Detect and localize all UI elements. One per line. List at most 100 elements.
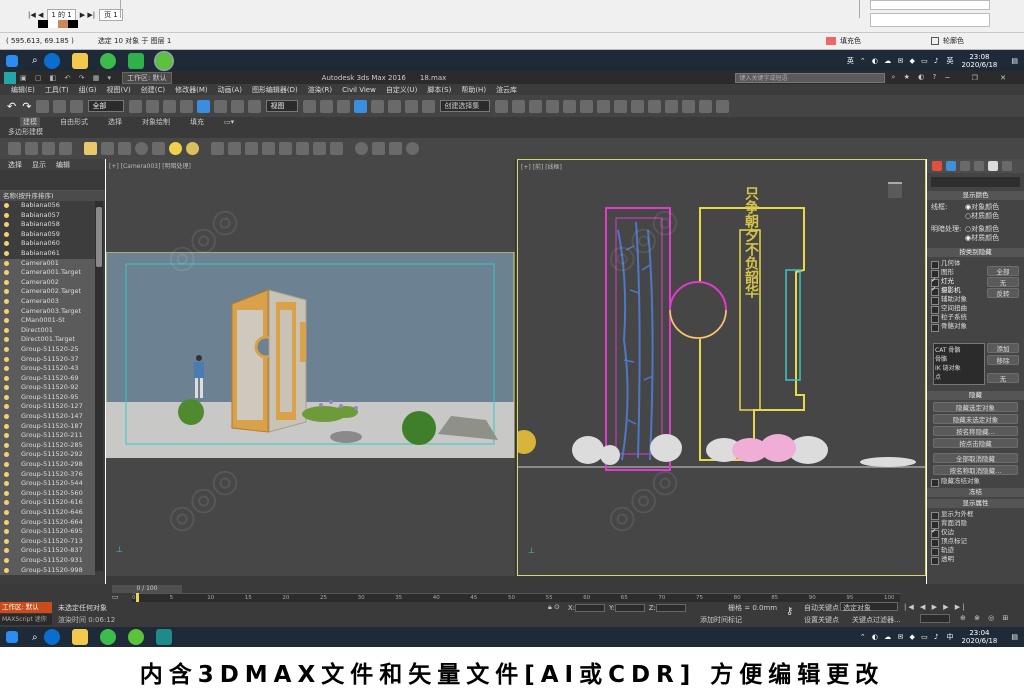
search-icon-2[interactable]: ⌕ — [32, 632, 38, 643]
scene-list-item[interactable]: Camera002.Target — [0, 287, 95, 297]
ribbon-sub-label[interactable]: 多边形建模 — [0, 127, 1024, 137]
scene-list-item[interactable]: Group-511520-616 — [0, 498, 95, 508]
edge-icon[interactable] — [43, 52, 60, 69]
motion-tab-icon[interactable] — [974, 161, 984, 171]
menu-group[interactable]: 组(G) — [79, 85, 97, 95]
maxscript-listener[interactable]: MAXScript 迷你 — [0, 614, 52, 625]
scene-list-item[interactable]: Group-511520-127 — [0, 402, 95, 413]
scene-tab-display[interactable]: 显示 — [32, 160, 46, 170]
ime-indicator-2[interactable]: 英 — [946, 56, 953, 66]
menu-customize[interactable]: 自定义(U) — [386, 85, 418, 95]
scene-list-item[interactable]: Direct001.Target — [0, 335, 95, 345]
menu-graph-editors[interactable]: 图形编辑器(D) — [252, 85, 298, 95]
schematic-view-icon[interactable] — [580, 99, 594, 113]
scene-list-item[interactable]: Camera003 — [0, 296, 95, 307]
scene-list-item[interactable]: Camera001 — [0, 258, 95, 269]
add-button[interactable]: 添加 — [987, 343, 1019, 353]
scene-list-item[interactable]: Group-511520-998 — [0, 565, 95, 576]
utilities-tab-icon[interactable] — [1002, 161, 1012, 171]
filter-item-4[interactable]: 点 — [935, 372, 983, 381]
tool-icon-9[interactable] — [355, 142, 368, 155]
select-by-name-icon[interactable] — [146, 99, 160, 113]
coreldraw-icon-2[interactable] — [127, 629, 144, 645]
sun-icon[interactable] — [169, 142, 182, 155]
scene-list-item[interactable]: Babiana061 — [0, 249, 95, 259]
none-button-2[interactable]: 无 — [987, 373, 1019, 383]
filter-list[interactable]: CAT 骨骼 骨骼 IK 链对象 点 — [933, 343, 985, 385]
category-checkbox[interactable]: 空间扭曲 — [927, 304, 985, 314]
ribbon-tab-object-paint[interactable]: 对象绘制 — [142, 117, 170, 127]
tool-icon-10[interactable] — [372, 142, 385, 155]
filter-item-1[interactable]: CAT 骨骼 — [935, 345, 983, 354]
keyboard-shortcut-icon[interactable] — [337, 99, 351, 113]
color-swatches[interactable] — [38, 20, 78, 28]
list-icon[interactable] — [59, 142, 72, 155]
menu-create[interactable]: 创建(C) — [141, 85, 165, 95]
explorer-icon-2[interactable] — [71, 629, 88, 645]
remove-button[interactable]: 移除 — [987, 355, 1019, 365]
tool-icon-2[interactable] — [228, 142, 241, 155]
scene-scroll-thumb[interactable] — [96, 207, 102, 267]
all-button[interactable]: 全部 — [987, 266, 1019, 276]
menu-help[interactable]: 帮助(H) — [461, 85, 486, 95]
quick-access-icons[interactable]: ▣ ▢ ◧ ↶ ↷ ▦ ▾ — [20, 74, 114, 82]
scene-list-item[interactable]: Group-511520-211 — [0, 431, 95, 441]
hide-selected-button[interactable]: 隐藏选定对象 — [933, 402, 1018, 412]
scene-column-header[interactable]: 名称(按升序排序) — [0, 191, 105, 201]
menu-views[interactable]: 视图(V) — [107, 85, 131, 95]
modify-tab-icon[interactable] — [946, 161, 956, 171]
menu-render-cloud[interactable]: 渲云库 — [496, 85, 517, 95]
explorer-icon[interactable] — [71, 52, 88, 69]
scene-list-item[interactable]: Camera002 — [0, 277, 95, 288]
tool-icon-4[interactable] — [262, 142, 275, 155]
link-icon[interactable] — [36, 99, 50, 113]
table-icon[interactable] — [42, 142, 55, 155]
scene-toolbar[interactable] — [0, 170, 105, 191]
clock-2[interactable]: 23:04 2020/6/18 — [961, 629, 997, 645]
scene-tab-select[interactable]: 选择 — [8, 160, 22, 170]
ribbon-options-icon[interactable]: ▭▾ — [224, 118, 234, 126]
hide-by-name-button[interactable]: 按名称隐藏... — [933, 426, 1018, 436]
scale-icon[interactable] — [231, 99, 245, 113]
window-crossing-icon[interactable] — [180, 99, 194, 113]
angle-snap-icon[interactable] — [371, 99, 385, 113]
x-field[interactable] — [574, 603, 605, 612]
hide-unselected-button[interactable]: 隐藏未选定对象 — [933, 414, 1018, 424]
display-tab-icon[interactable] — [988, 161, 998, 171]
ai-field-2[interactable] — [870, 13, 990, 27]
unlink-icon[interactable] — [53, 99, 67, 113]
clock[interactable]: 23:08 2020/6/18 — [961, 53, 997, 69]
rollout-freeze[interactable]: 冻结 — [927, 488, 1024, 497]
z-field[interactable] — [655, 603, 686, 612]
filter-item-3[interactable]: IK 链对象 — [935, 363, 983, 372]
selection-filter-dropdown[interactable]: 全部 — [88, 100, 125, 112]
coreldraw-icon[interactable] — [153, 50, 174, 71]
frame-ruler[interactable]: 0 5 10 15 20 25 30 35 40 45 50 55 60 65 70 75 80 85 90 95 10… — [132, 593, 900, 602]
tool-icon-6[interactable] — [296, 142, 309, 155]
scene-list-item[interactable]: Group-511520-376 — [0, 469, 95, 480]
max-logo-icon[interactable] — [4, 71, 16, 84]
display-property-checkbox[interactable]: 轨迹 — [927, 546, 1024, 556]
teapot-icon[interactable] — [8, 142, 21, 155]
scene-scrollbar[interactable] — [95, 201, 103, 571]
workspace-status[interactable]: 工作区: 默认 — [0, 602, 52, 613]
tool-icon-1[interactable] — [211, 142, 224, 155]
scene-list-item[interactable]: Group-511520-931 — [0, 555, 95, 566]
material-editor-icon[interactable] — [597, 99, 611, 113]
scene-list-item[interactable]: Group-511520-646 — [0, 508, 95, 518]
scene-list-item[interactable]: Group-511520-664 — [0, 517, 95, 528]
display-property-checkbox[interactable]: 透明 — [927, 555, 1024, 565]
menu-animation[interactable]: 动画(A) — [218, 85, 242, 95]
playback-controls[interactable]: |◀ ◀ ▶ ▶ ▶| — [904, 603, 967, 611]
place-icon[interactable] — [248, 99, 262, 113]
3dsmax-taskbar-icon[interactable] — [155, 629, 172, 645]
frame-field[interactable] — [920, 614, 950, 623]
auto-key-button[interactable]: 自动关键点 — [804, 603, 839, 613]
wechat-icon[interactable] — [127, 52, 144, 69]
menu-tools[interactable]: 工具(T) — [45, 85, 69, 95]
render-setup-icon[interactable] — [614, 99, 628, 113]
percent-snap-icon[interactable] — [388, 99, 402, 113]
edit-named-sel-icon[interactable] — [422, 99, 436, 113]
viewport-front[interactable]: [+] [前] [线框] 只争朝夕不负韶华 ⊥ — [517, 159, 926, 576]
rollout-display-color[interactable]: 显示颜色 — [927, 191, 1024, 200]
